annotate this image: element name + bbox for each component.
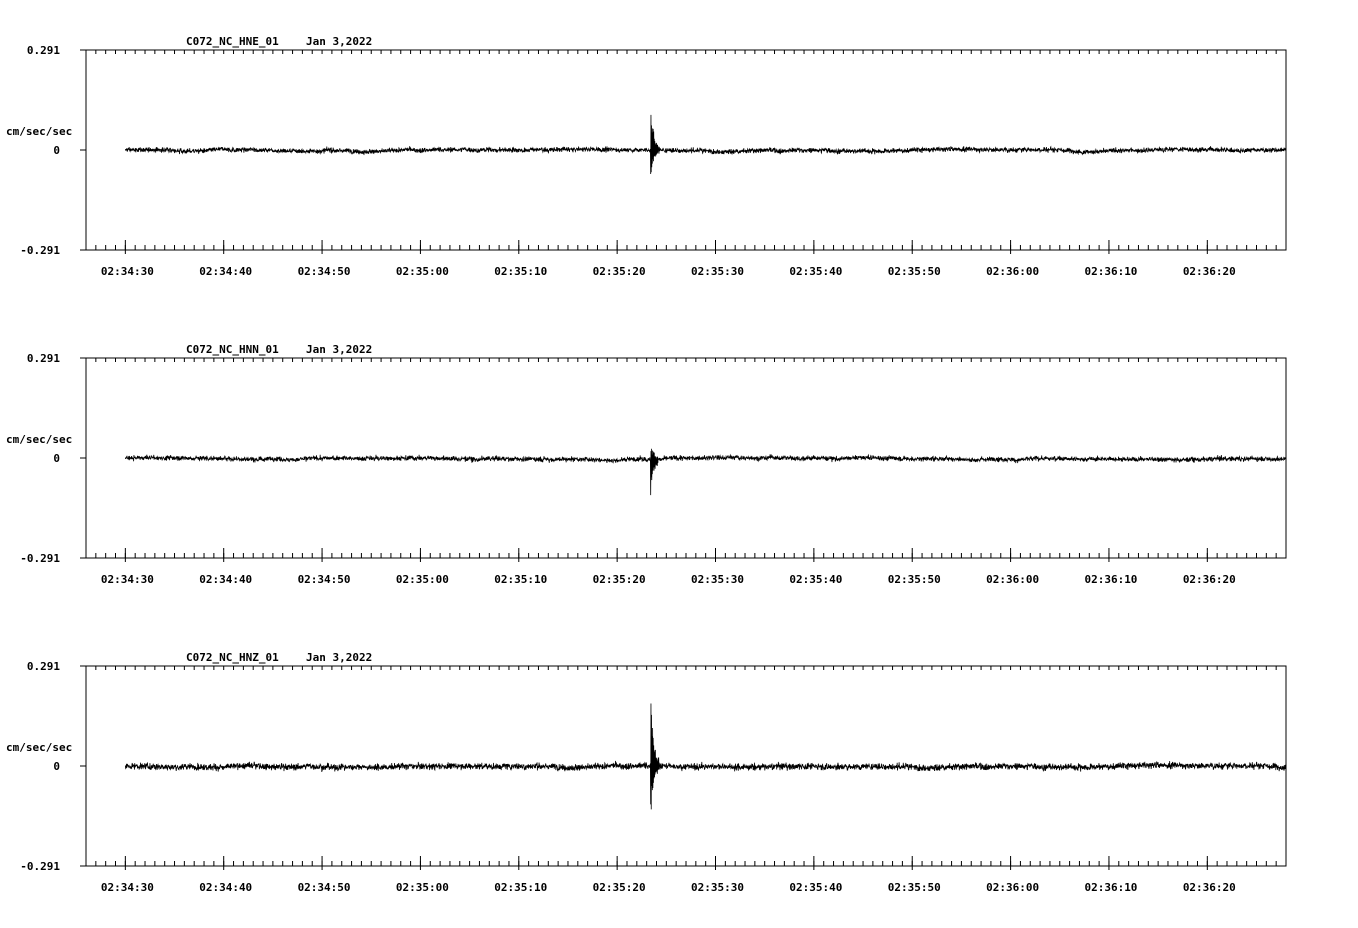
x-tick-label: 02:35:50 xyxy=(888,265,941,278)
x-tick-label: 02:35:10 xyxy=(494,573,547,586)
x-tick-label: 02:35:30 xyxy=(691,573,744,586)
x-tick-label: 02:35:50 xyxy=(888,573,941,586)
x-tick-label: 02:36:00 xyxy=(986,265,1039,278)
x-tick-label: 02:35:20 xyxy=(593,881,646,894)
x-tick-label: 02:35:50 xyxy=(888,881,941,894)
x-tick-label: 02:35:00 xyxy=(396,573,449,586)
x-tick-label: 02:34:30 xyxy=(101,265,154,278)
x-tick-label: 02:35:20 xyxy=(593,573,646,586)
x-tick-label: 02:35:00 xyxy=(396,265,449,278)
seismogram-plots: C072_NC_HNE_01 Jan 3,2022 0.291 0 -0.291 cm/s… xyxy=(6,35,1287,894)
x-tick-label: 02:35:30 xyxy=(691,881,744,894)
x-tick-label: 02:34:30 xyxy=(101,881,154,894)
channel-title: C072_NC_HNN_01 xyxy=(186,343,279,356)
y-tick-label-min: -0.291 xyxy=(20,244,60,257)
record-date: Jan 3,2022 xyxy=(306,35,372,48)
x-tick-label: 02:35:00 xyxy=(396,881,449,894)
x-tick-label: 02:36:00 xyxy=(986,881,1039,894)
x-tick-label: 02:35:40 xyxy=(789,881,842,894)
x-tick-label: 02:34:50 xyxy=(298,265,351,278)
record-date: Jan 3,2022 xyxy=(306,651,372,664)
y-tick-label-min: -0.291 xyxy=(20,860,60,873)
x-tick-label: 02:35:20 xyxy=(593,265,646,278)
x-tick-label: 02:34:40 xyxy=(199,881,252,894)
x-tick-label: 02:36:10 xyxy=(1084,881,1137,894)
y-axis-label: cm/sec/sec xyxy=(6,125,72,138)
waveform-trace xyxy=(124,703,1287,810)
x-tick-label: 02:34:40 xyxy=(199,573,252,586)
waveform-trace xyxy=(124,448,1287,496)
y-tick-label-zero: 0 xyxy=(53,760,60,773)
y-tick-label-max: 0.291 xyxy=(27,660,60,673)
y-axis-label: cm/sec/sec xyxy=(6,433,72,446)
waveform-trace xyxy=(124,114,1287,175)
x-tick-label: 02:36:20 xyxy=(1183,265,1236,278)
x-tick-label: 02:35:40 xyxy=(789,265,842,278)
y-tick-label-min: -0.291 xyxy=(20,552,60,565)
x-tick-label: 02:36:20 xyxy=(1183,573,1236,586)
x-tick-label: 02:34:50 xyxy=(298,573,351,586)
channel-title: C072_NC_HNE_01 xyxy=(186,35,279,48)
seismogram-page: C072_NC_HNE_01 Jan 3,2022 0.291 0 -0.291 cm/s… xyxy=(0,0,1358,924)
y-tick-label-zero: 0 xyxy=(53,144,60,157)
x-tick-label: 02:36:00 xyxy=(986,573,1039,586)
x-tick-label: 02:34:50 xyxy=(298,881,351,894)
y-tick-label-max: 0.291 xyxy=(27,352,60,365)
y-axis-label: cm/sec/sec xyxy=(6,741,72,754)
x-tick-label: 02:36:10 xyxy=(1084,265,1137,278)
x-tick-label: 02:35:30 xyxy=(691,265,744,278)
x-tick-label: 02:35:40 xyxy=(789,573,842,586)
channel-title: C072_NC_HNZ_01 xyxy=(186,651,279,664)
x-tick-label: 02:36:20 xyxy=(1183,881,1236,894)
y-tick-label-max: 0.291 xyxy=(27,44,60,57)
y-tick-label-zero: 0 xyxy=(53,452,60,465)
x-tick-label: 02:36:10 xyxy=(1084,573,1137,586)
x-tick-label: 02:34:30 xyxy=(101,573,154,586)
record-date: Jan 3,2022 xyxy=(306,343,372,356)
x-tick-label: 02:34:40 xyxy=(199,265,252,278)
x-tick-label: 02:35:10 xyxy=(494,881,547,894)
x-tick-label: 02:35:10 xyxy=(494,265,547,278)
